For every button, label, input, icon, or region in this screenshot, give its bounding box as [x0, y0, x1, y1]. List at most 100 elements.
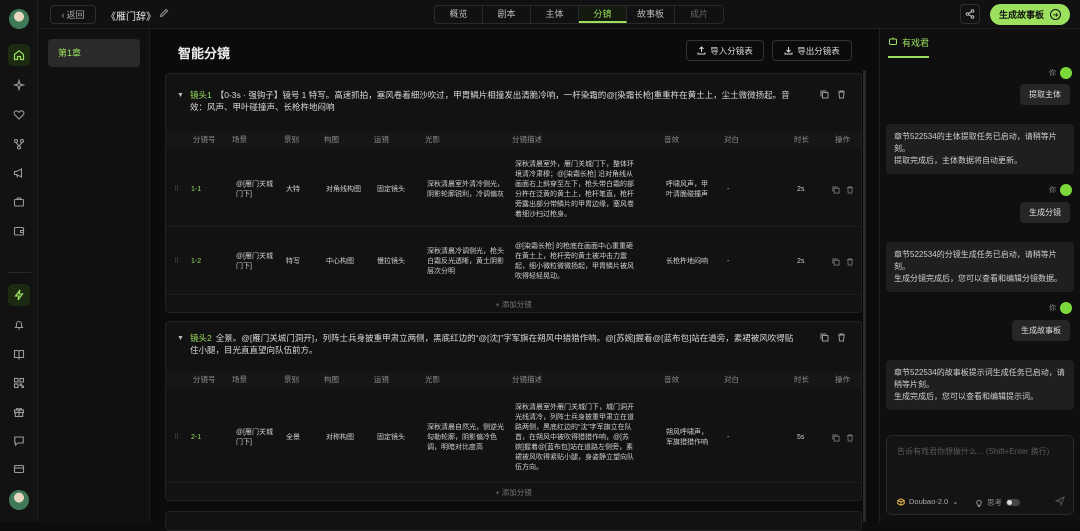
row-duration: 2s [797, 257, 805, 265]
row-size: 大特 [286, 186, 300, 193]
table-row[interactable]: ⠿ 2-1 @[雁门关城门下] 全景 对称构图 固定镜头 深秋清晨自然光，侧逆光… [166, 394, 861, 482]
copy-icon[interactable] [832, 434, 840, 442]
table-row[interactable]: ⠿ 1-2 @[雁门关城门下] 特写 中心构图 慢拉镜头 深秋清晨冷调侧光，枪头… [166, 226, 861, 296]
share-icon [965, 9, 975, 19]
generate-label: 生成故事板 [998, 10, 1044, 20]
col-light: 光影 [425, 135, 440, 144]
megaphone-icon[interactable] [8, 162, 30, 184]
shot-description: 【0-3s · 强钩子】镜号 1 特写。高速抓拍，塞风卷着细沙吹过，甲胄鳞片相撞… [190, 90, 790, 112]
user-avatar[interactable] [9, 490, 29, 510]
user-message: 生成故事板 [1012, 320, 1070, 341]
copy-icon[interactable] [820, 90, 829, 99]
scrollbar[interactable] [863, 70, 866, 522]
model-select[interactable]: Doubao-2.0 ⌄ [897, 497, 959, 506]
gift-icon[interactable] [8, 401, 30, 423]
shot-header: ▼ 镜头1 【0-3s · 强钩子】镜号 1 特写。高速抓拍，塞风卷着细沙吹过，甲… [166, 74, 861, 113]
send-icon[interactable] [1055, 496, 1065, 506]
chevron-left-icon: ‹ [61, 9, 65, 20]
drag-handle-icon[interactable]: ⠿ [174, 185, 179, 195]
home-icon[interactable] [8, 44, 30, 66]
card-icon[interactable] [8, 458, 30, 480]
trash-icon[interactable] [846, 434, 854, 442]
row-light: 深秋清晨自然光，侧逆光勾勒轮廓，阴影偏冷色调，明暗对比度高 [427, 424, 504, 451]
chapter-item-1[interactable]: 第1章 [48, 39, 140, 67]
col-size: 景别 [284, 135, 299, 144]
col-sfx: 音效 [664, 135, 679, 144]
row-move: 固定镜头 [377, 186, 405, 193]
col-no: 分镜号 [193, 375, 216, 384]
copy-icon[interactable] [820, 333, 829, 342]
tab-subject[interactable]: 主体 [531, 6, 579, 23]
chevron-down-icon[interactable]: ▼ [177, 90, 184, 102]
col-scene: 场景 [232, 135, 247, 144]
row-size: 全景 [286, 434, 300, 441]
user-tag-label: 你 [1049, 187, 1056, 194]
tab-bar: 概览 剧本 主体 分镜 故事板 成片 [434, 5, 724, 24]
trash-icon[interactable] [837, 333, 846, 342]
add-shot-button[interactable]: + 添加分镜 [166, 294, 861, 312]
toggle-switch[interactable] [1006, 499, 1020, 506]
branch-icon[interactable] [8, 133, 30, 155]
copy-icon[interactable] [832, 257, 840, 266]
book-icon[interactable] [8, 343, 30, 365]
user-message: 生成分镜 [1020, 202, 1070, 223]
wallet-icon[interactable] [8, 220, 30, 242]
col-no: 分镜号 [193, 135, 216, 144]
table-header: 分镜号 场景 景别 构图 运镜 光影 分镜描述 音效 对白 时长 操作 [166, 131, 861, 148]
row-scene: @[雁门关城门下] [236, 429, 274, 446]
shot-id: 镜头2 [190, 333, 212, 343]
row-duration: 2s [797, 186, 805, 193]
assistant-icon [888, 36, 898, 46]
table-row[interactable]: ⠿ 1-1 @[雁门关城门下] 大特 对角线构图 固定镜头 深秋清晨室外清冷侧光… [166, 154, 861, 226]
share-button[interactable] [960, 4, 980, 24]
drag-handle-icon[interactable]: ⠿ [174, 433, 179, 443]
row-desc: @[染霜长枪] 的枪底在画面中心重重砸在黄土上，枪杆旁的黄土被冲击力震起，细小微… [515, 242, 634, 280]
tab-script[interactable]: 剧本 [483, 6, 531, 23]
drag-handle-icon[interactable]: ⠿ [174, 257, 179, 267]
row-duration: 5s [797, 434, 805, 441]
avatar[interactable] [9, 9, 29, 29]
user-avatar [1060, 302, 1072, 314]
trash-icon[interactable] [837, 90, 846, 99]
think-toggle[interactable]: 思考 [975, 497, 1020, 508]
chat-icon[interactable] [8, 430, 30, 452]
row-sfx: 朔风呼啸声，军旗猎猎作响 [666, 429, 708, 446]
trash-icon[interactable] [846, 257, 854, 266]
row-comp: 对称构图 [326, 434, 354, 441]
briefcase-icon[interactable] [8, 191, 30, 213]
assistant-tab[interactable]: 有戏君 [888, 36, 930, 58]
chevron-down-icon[interactable]: ▼ [177, 333, 184, 345]
tab-final-film[interactable]: 成片 [675, 6, 723, 23]
cube-icon [897, 497, 905, 506]
import-button[interactable]: 导入分镜表 [686, 40, 764, 61]
heart-icon[interactable] [8, 104, 30, 126]
row-no: 2-1 [191, 434, 202, 441]
pencil-icon[interactable] [159, 8, 169, 18]
tab-storyboard[interactable]: 故事板 [627, 6, 675, 23]
qrcode-icon[interactable] [8, 372, 30, 394]
shot-card-2: ▼ 镜头2 全景。@[雁门关城门洞开]，列阵士兵身披重甲肃立两侧，黑底红边的“@[… [165, 321, 862, 501]
import-label: 导入分镜表 [710, 45, 753, 56]
bell-icon[interactable] [8, 314, 30, 336]
col-move: 运镜 [374, 375, 389, 384]
add-shot-button[interactable]: + 添加分镜 [166, 482, 861, 500]
col-dialog: 对白 [724, 135, 739, 144]
tab-overview[interactable]: 概览 [435, 6, 483, 23]
col-comp: 构图 [324, 375, 339, 384]
download-icon [784, 46, 793, 55]
tab-storyboard-shots[interactable]: 分镜 [579, 6, 627, 23]
copy-icon[interactable] [832, 186, 840, 194]
export-button[interactable]: 导出分镜表 [772, 40, 852, 61]
chat-input-box[interactable]: 告诉有戏君你想做什么... (Shift+Enter 换行) Doubao-2.… [886, 435, 1074, 515]
think-label: 思考 [987, 498, 1002, 507]
back-button[interactable]: ‹ 返回 [50, 5, 96, 24]
trash-icon[interactable] [846, 186, 854, 194]
lightning-icon[interactable] [8, 284, 30, 306]
row-no: 1-1 [191, 186, 202, 193]
shot-card-3 [165, 511, 862, 531]
generate-storyboard-button[interactable]: 生成故事板 ➜ [990, 4, 1070, 25]
assistant-message: 章节522534的主体提取任务已启动，请稍等片刻。 提取完成后，主体数据将自动更… [886, 124, 1074, 174]
col-light: 光影 [425, 375, 440, 384]
chat-input[interactable]: 告诉有戏君你想做什么... (Shift+Enter 换行) [897, 446, 1049, 457]
sparkles-icon[interactable] [8, 74, 30, 96]
